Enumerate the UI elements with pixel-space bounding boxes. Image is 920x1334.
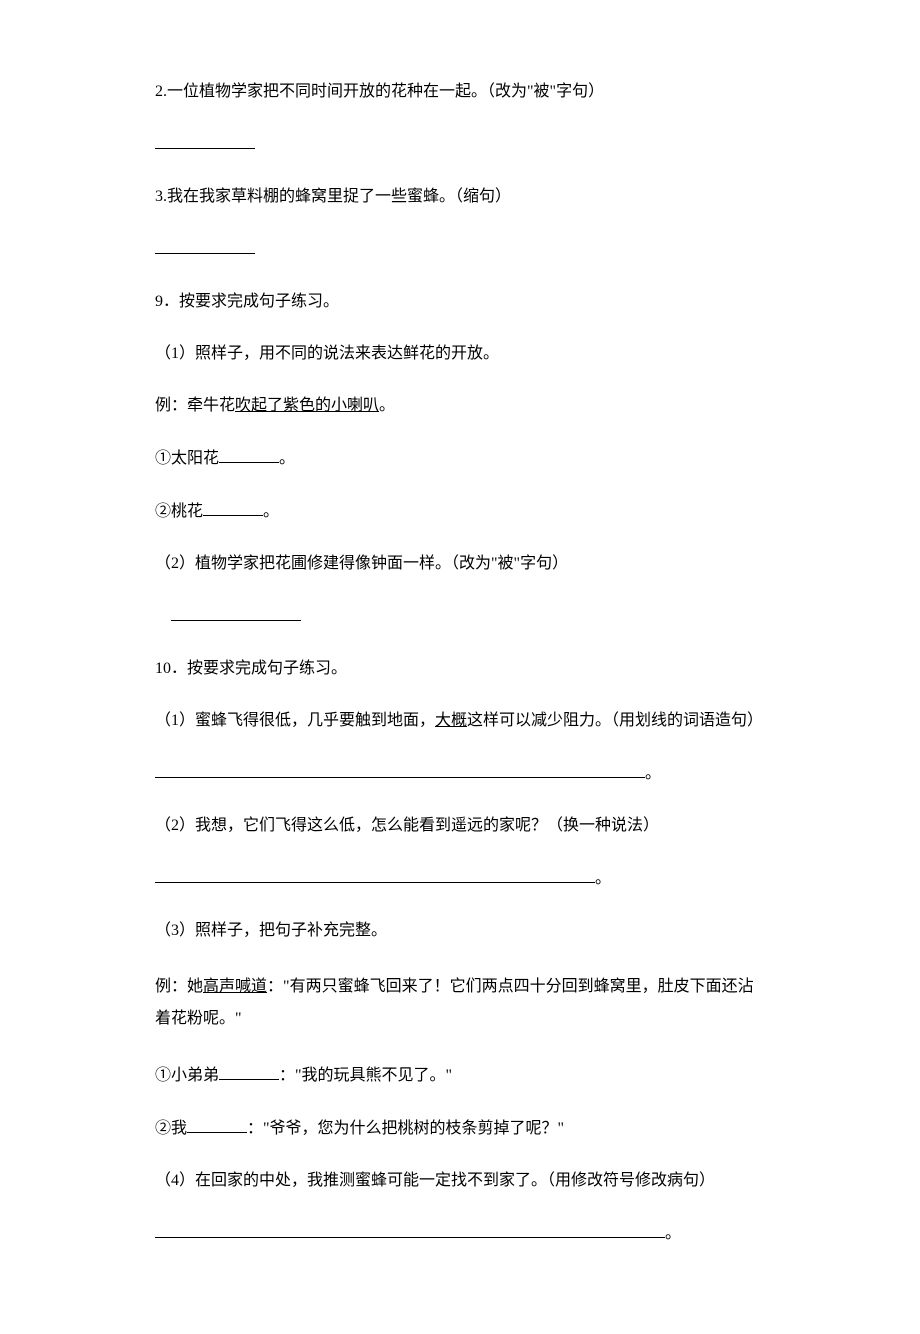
period: 。 — [595, 870, 611, 887]
question-9-part1: （1）照样子，用不同的说法来表达鲜花的开放。 — [155, 342, 765, 366]
question-9-part2: （2）植物学家把花圃修建得像钟面一样。（改为"被"字句） — [155, 552, 765, 576]
question-9-item1: ①太阳花 。 — [155, 446, 765, 471]
question-3: 3.我在我家草料棚的蜂窝里捉了一些蜜蜂。（缩句） — [155, 185, 765, 209]
question-10-part4: （4）在回家的中处，我推测蜜蜂可能一定找不到家了。（用修改符号修改病句） — [155, 1169, 765, 1193]
answer-blank-10-2: 。 — [155, 866, 765, 891]
part1-suffix: 这样可以减少阻力。（用划线的词语造句） — [467, 712, 763, 729]
blank-line[interactable] — [203, 499, 263, 516]
example-prefix: 例：牵牛花 — [155, 397, 235, 414]
blank-line[interactable] — [219, 446, 279, 463]
question-9-heading: 9．按要求完成句子练习。 — [155, 290, 765, 314]
question-10-item1: ①小弟弟 ："我的玩具熊不见了。" — [155, 1063, 765, 1088]
answer-blank-2 — [155, 132, 765, 157]
part1-prefix: （1）蜜蜂飞得很低，几乎要触到地面， — [155, 712, 435, 729]
item-prefix: ②我 — [155, 1120, 187, 1137]
answer-blank-3 — [155, 237, 765, 262]
question-10-part1: （1）蜜蜂飞得很低，几乎要触到地面，大概这样可以减少阻力。（用划线的词语造句） — [155, 709, 765, 733]
blank-line[interactable] — [219, 1063, 279, 1080]
question-10-heading: 10．按要求完成句子练习。 — [155, 657, 765, 681]
answer-blank-10-1: 。 — [155, 761, 765, 786]
answer-blank-10-4: 。 — [155, 1221, 765, 1246]
example-suffix: 。 — [379, 397, 395, 414]
question-10-part3: （3）照样子，把句子补充完整。 — [155, 919, 765, 943]
item-prefix: ①小弟弟 — [155, 1067, 219, 1084]
question-10-example: 例：她高声喊道："有两只蜜蜂飞回来了！它们两点四十分回到蜂窝里，肚皮下面还沾着花… — [155, 971, 765, 1035]
question-10-item2: ②我 ："爷爷，您为什么把桃树的枝条剪掉了呢？" — [155, 1116, 765, 1141]
part1-underlined: 大概 — [435, 712, 467, 729]
blank-line[interactable] — [171, 604, 301, 621]
document-page: 2.一位植物学家把不同时间开放的花种在一起。（改为"被"字句） 3.我在我家草料… — [0, 0, 920, 1334]
example-underlined: 吹起了紫色的小喇叭 — [235, 397, 379, 414]
blank-line[interactable] — [155, 132, 255, 149]
item-suffix: ："爷爷，您为什么把桃树的枝条剪掉了呢？" — [247, 1120, 564, 1137]
item-suffix: 。 — [263, 503, 279, 520]
item-prefix: ②桃花 — [155, 503, 203, 520]
period: 。 — [665, 1225, 681, 1242]
question-9-example: 例：牵牛花吹起了紫色的小喇叭。 — [155, 394, 765, 418]
blank-line[interactable] — [155, 1221, 665, 1238]
example-underlined: 高声喊道 — [203, 978, 267, 995]
question-2: 2.一位植物学家把不同时间开放的花种在一起。（改为"被"字句） — [155, 80, 765, 104]
blank-line[interactable] — [187, 1116, 247, 1133]
item-suffix: ："我的玩具熊不见了。" — [279, 1067, 452, 1084]
item-prefix: ①太阳花 — [155, 450, 219, 467]
blank-line[interactable] — [155, 237, 255, 254]
period: 。 — [645, 765, 661, 782]
question-9-item2: ②桃花 。 — [155, 499, 765, 524]
blank-line[interactable] — [155, 761, 645, 778]
question-10-part2: （2）我想，它们飞得这么低，怎么能看到遥远的家呢？（换一种说法） — [155, 814, 765, 838]
item-suffix: 。 — [279, 450, 295, 467]
answer-blank-9-2 — [155, 604, 765, 629]
blank-line[interactable] — [155, 866, 595, 883]
example-prefix: 例：她 — [155, 978, 203, 995]
